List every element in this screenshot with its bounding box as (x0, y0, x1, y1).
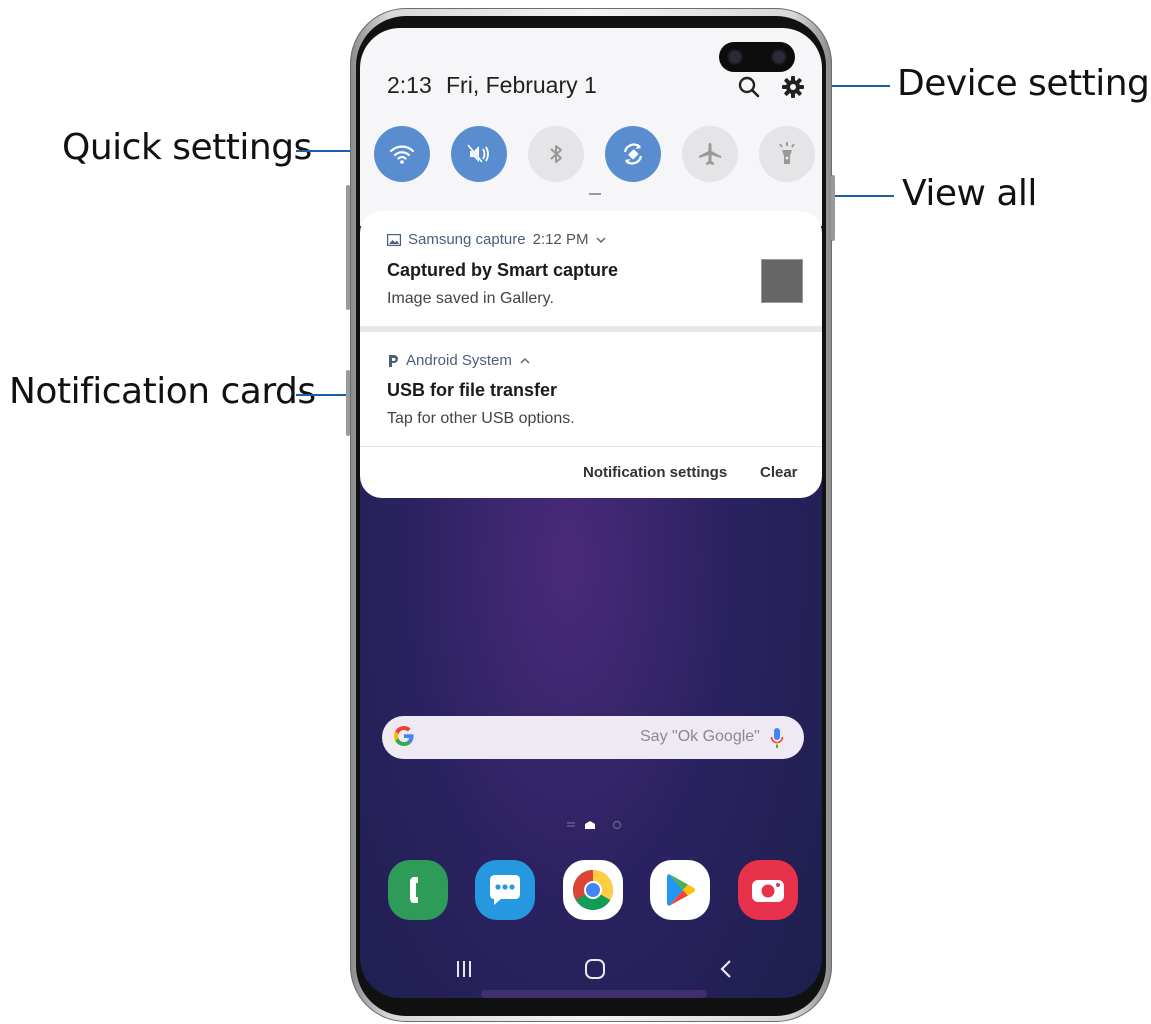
home-icon[interactable] (584, 958, 606, 980)
airplane-icon (699, 143, 721, 165)
notification-body: Tap for other USB options. (387, 410, 575, 427)
notification-time: 2:12 PM (532, 231, 589, 248)
side-button-left-1 (346, 185, 350, 310)
notification-shade: 2:13 Fri, February 1 (360, 28, 822, 226)
sound-mute-toggle[interactable] (451, 126, 507, 182)
notification-app-name: Android System (406, 352, 512, 369)
bluetooth-icon (550, 145, 562, 163)
notification-app-name: Samsung capture (408, 231, 526, 248)
notification-body: Image saved in Gallery. (387, 290, 554, 307)
clear-button[interactable]: Clear (760, 464, 798, 481)
back-icon[interactable] (718, 958, 734, 980)
notification-title: Captured by Smart capture (387, 260, 619, 280)
bluetooth-toggle[interactable] (528, 126, 584, 182)
android-system-icon (389, 354, 398, 367)
side-button-left-2 (346, 370, 350, 436)
view-all-handle[interactable] (589, 193, 601, 195)
bottom-handle (481, 990, 707, 998)
image-icon (387, 233, 401, 246)
gear-icon[interactable] (780, 74, 806, 100)
airplane-mode-toggle[interactable] (682, 126, 738, 182)
messages-app-icon[interactable] (475, 860, 535, 920)
camera-app-icon[interactable] (738, 860, 798, 920)
callout-device-settings: Device settings (897, 63, 1151, 104)
google-logo-icon (394, 726, 414, 746)
notification-settings-button[interactable]: Notification settings (583, 464, 727, 481)
card-actions-divider (360, 446, 822, 447)
flashlight-toggle[interactable] (759, 126, 815, 182)
notification-card-samsung-capture[interactable]: Samsung capture 2:12 PM Captured by Smar… (360, 211, 822, 326)
capture-thumbnail[interactable] (761, 259, 803, 303)
front-camera-cutout (719, 42, 795, 72)
recent-apps-icon[interactable] (455, 958, 473, 980)
side-button-right (831, 175, 835, 241)
mute-icon (467, 144, 489, 163)
chevron-down-icon[interactable] (595, 235, 607, 245)
phone-screen: 2:13 Fri, February 1 Samsung capture 2:1… (360, 28, 822, 998)
callout-quick-settings: Quick settings (62, 127, 312, 168)
search-hint: Say "Ok Google" (640, 728, 760, 745)
callout-view-all: View all (902, 173, 1037, 214)
page-indicator (567, 820, 622, 830)
chevron-up-icon[interactable] (519, 356, 531, 366)
notification-title: USB for file transfer (387, 380, 558, 400)
mic-icon[interactable] (770, 726, 784, 750)
chrome-app-icon[interactable] (563, 860, 623, 920)
search-icon[interactable] (736, 74, 762, 100)
play-store-app-icon[interactable] (650, 860, 710, 920)
auto-rotate-icon (623, 143, 643, 165)
flashlight-icon (779, 142, 795, 164)
status-time: 2:13 (387, 72, 432, 98)
google-search-bar[interactable]: Say "Ok Google" (382, 716, 804, 759)
wifi-icon (389, 145, 415, 164)
wifi-toggle[interactable] (374, 126, 430, 182)
status-date: Fri, February 1 (446, 72, 597, 98)
auto-rotate-toggle[interactable] (605, 126, 661, 182)
phone-app-icon[interactable] (388, 860, 448, 920)
callout-notification-cards: Notification cards (9, 371, 316, 412)
